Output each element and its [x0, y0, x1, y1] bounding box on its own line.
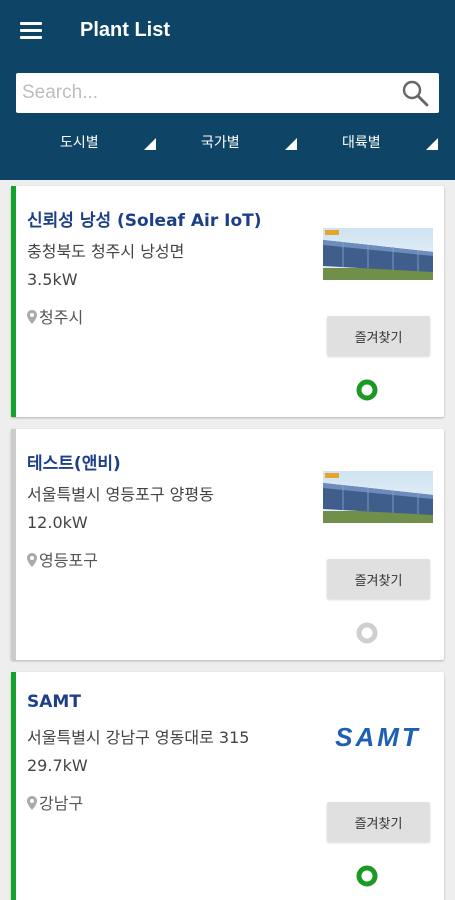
- favorite-button[interactable]: 즐겨찾기: [327, 559, 430, 599]
- search-input[interactable]: [22, 73, 392, 113]
- solar-panel-thumbnail: [323, 471, 433, 523]
- favorite-button[interactable]: 즐겨찾기: [327, 316, 430, 356]
- filter-continent-dropdown[interactable]: 대륙별: [342, 132, 442, 154]
- status-accent-bar: [11, 672, 16, 900]
- location-pin-icon: [27, 310, 37, 324]
- plant-address: 서울특별시 강남구 영동대로 315: [27, 728, 250, 747]
- plant-card[interactable]: SAMT 서울특별시 강남구 영동대로 315 29.7kW 강남구 SAMT …: [11, 672, 444, 900]
- plant-address: 서울특별시 영등포구 양평동: [27, 485, 214, 504]
- search-icon[interactable]: [401, 79, 429, 107]
- samt-logo-text: SAMT: [335, 722, 421, 752]
- page-title: Plant List: [80, 19, 171, 41]
- menu-icon[interactable]: [20, 22, 44, 40]
- status-accent-bar: [11, 186, 16, 417]
- filter-country-label: 국가별: [201, 135, 240, 151]
- dropdown-triangle-icon: [144, 138, 156, 150]
- app-header: Plant List 도시별 국가별 대륙별: [0, 0, 455, 180]
- plant-capacity: 29.7kW: [27, 756, 88, 775]
- plant-name: SAMT: [27, 692, 81, 712]
- status-online-icon: [356, 379, 378, 401]
- plant-name: 신뢰성 낭성 (Soleaf Air IoT): [27, 211, 262, 231]
- filter-city-dropdown[interactable]: 도시별: [60, 132, 160, 154]
- plant-name: 테스트(앤비): [27, 454, 121, 474]
- status-offline-icon: [356, 622, 378, 644]
- samt-logo: SAMT: [335, 722, 421, 752]
- plant-card[interactable]: 신뢰성 낭성 (Soleaf Air IoT) 충청북도 청주시 낭성면 3.5…: [11, 186, 444, 417]
- plant-location: 영등포구: [27, 547, 98, 571]
- filter-country-dropdown[interactable]: 국가별: [201, 132, 301, 154]
- filter-city-label: 도시별: [60, 135, 99, 151]
- plant-location-label: 강남구: [39, 794, 84, 813]
- filter-continent-label: 대륙별: [342, 135, 381, 151]
- favorite-button[interactable]: 즐겨찾기: [327, 802, 430, 842]
- dropdown-triangle-icon: [426, 138, 438, 150]
- status-online-icon: [356, 865, 378, 887]
- status-accent-bar: [11, 429, 16, 660]
- plant-capacity: 12.0kW: [27, 513, 88, 532]
- plant-location: 강남구: [27, 790, 83, 814]
- plant-card[interactable]: 테스트(앤비) 서울특별시 영등포구 양평동 12.0kW 영등포구 즐겨찾기: [11, 429, 444, 660]
- plant-capacity: 3.5kW: [27, 270, 78, 289]
- location-pin-icon: [27, 796, 37, 810]
- location-pin-icon: [27, 553, 37, 567]
- dropdown-triangle-icon: [285, 138, 297, 150]
- plant-location: 청주시: [27, 304, 83, 328]
- plant-location-label: 청주시: [39, 308, 84, 327]
- plant-address: 충청북도 청주시 낭성면: [27, 242, 185, 261]
- search-bar: [16, 73, 439, 113]
- plant-location-label: 영등포구: [39, 551, 98, 570]
- solar-panel-thumbnail: [323, 228, 433, 280]
